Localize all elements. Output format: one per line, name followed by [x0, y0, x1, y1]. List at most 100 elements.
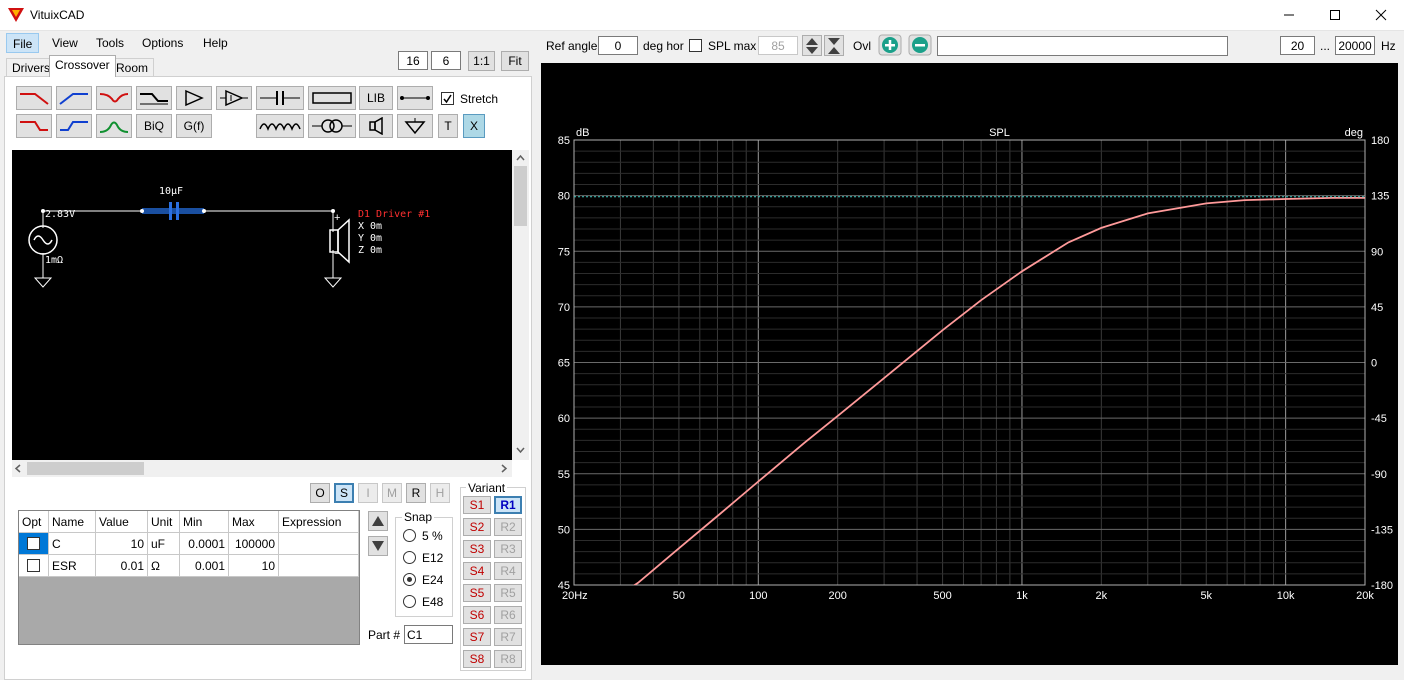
library-button[interactable]: LIB	[359, 86, 393, 110]
ref-angle-field[interactable]: 0	[598, 36, 638, 55]
lowpass-2-button[interactable]	[16, 114, 52, 138]
variant-r4-button[interactable]: R4	[494, 562, 522, 580]
unit-cell[interactable]: Ω	[148, 555, 180, 577]
bandpass-button[interactable]	[96, 114, 132, 138]
schematic-vscroll[interactable]	[512, 150, 529, 460]
snap-e24-radio[interactable]	[403, 573, 416, 589]
variant-s6-button[interactable]: S6	[463, 606, 491, 624]
variant-r2-button[interactable]: R2	[494, 518, 522, 536]
tab-crossover[interactable]: Crossover	[49, 55, 116, 77]
snap-e48-radio[interactable]	[403, 595, 416, 611]
inductor-button[interactable]	[256, 114, 304, 138]
value-cell[interactable]: 10	[96, 533, 148, 555]
variant-r5-button[interactable]: R5	[494, 584, 522, 602]
unit-cell[interactable]: uF	[148, 533, 180, 555]
name-cell[interactable]: ESR	[49, 555, 96, 577]
grid-step-field[interactable]: 6	[431, 51, 461, 70]
variant-r7-button[interactable]: R7	[494, 628, 522, 646]
variant-s5-button[interactable]: S5	[463, 584, 491, 602]
expression-cell[interactable]	[279, 533, 359, 555]
biquad-button[interactable]: BiQ	[136, 114, 172, 138]
transfer-function-button[interactable]: G(f)	[176, 114, 212, 138]
opt-cell[interactable]	[19, 555, 49, 577]
mode-o-button[interactable]: O	[310, 483, 330, 503]
spl-spin-button[interactable]	[802, 35, 822, 56]
name-cell[interactable]: C	[49, 533, 96, 555]
menu-tools[interactable]: Tools	[90, 33, 130, 53]
max-cell[interactable]: 10	[229, 555, 279, 577]
schematic-hscroll[interactable]	[12, 460, 512, 477]
expression-cell[interactable]	[279, 555, 359, 577]
x-button[interactable]: X	[463, 114, 485, 138]
opt-checkbox[interactable]	[27, 559, 40, 572]
menu-file[interactable]: File	[6, 33, 40, 53]
tab-room[interactable]: Room	[110, 58, 155, 76]
max-cell[interactable]: 100000	[229, 533, 279, 555]
capacitor-icon[interactable]	[140, 202, 206, 220]
text-button[interactable]: T	[438, 114, 458, 138]
fit-button[interactable]: Fit	[501, 51, 529, 71]
variant-s7-button[interactable]: S7	[463, 628, 491, 646]
wire-button[interactable]	[397, 86, 433, 110]
spl-chart[interactable]: 20Hz 50 100 200 500 1k 2k 5k 10k 20k 85 80 75 70 65 60 5…	[541, 63, 1398, 665]
overlay-name-field[interactable]	[937, 36, 1228, 56]
stretch-checkbox[interactable]	[441, 92, 454, 108]
spl-max-field[interactable]: 85	[758, 36, 798, 55]
highpass-2-button[interactable]	[56, 114, 92, 138]
min-cell[interactable]: 0.0001	[180, 533, 229, 555]
transformer-button[interactable]	[308, 114, 356, 138]
menu-help[interactable]: Help	[197, 33, 234, 53]
capacitor-button[interactable]	[256, 86, 304, 110]
zoom-1-1-button[interactable]: 1:1	[468, 51, 495, 71]
shelf-filter-button[interactable]	[136, 86, 172, 110]
variant-s1-button[interactable]: S1	[463, 496, 491, 514]
menu-view[interactable]: View	[46, 33, 84, 53]
variant-r6-button[interactable]: R6	[494, 606, 522, 624]
variant-s8-button[interactable]: S8	[463, 650, 491, 668]
maximize-button[interactable]	[1312, 0, 1358, 30]
part-number-field[interactable]: C1	[404, 625, 453, 644]
value-cell[interactable]: 0.01	[96, 555, 148, 577]
spl-max-checkbox[interactable]	[689, 39, 702, 55]
snap-e12-radio[interactable]	[403, 551, 416, 567]
variant-r8-button[interactable]: R8	[494, 650, 522, 668]
opt-cell[interactable]	[19, 533, 49, 555]
variant-r3-button[interactable]: R3	[494, 540, 522, 558]
buffer-button[interactable]	[216, 86, 252, 110]
overlay-remove-button[interactable]	[908, 34, 932, 56]
table-row[interactable]: C 10 uF 0.0001 100000	[19, 533, 359, 555]
grid-size-field[interactable]: 16	[398, 51, 428, 70]
freq-min-field[interactable]: 20	[1280, 36, 1315, 55]
driver-button[interactable]	[359, 114, 393, 138]
overlay-add-button[interactable]	[878, 34, 902, 56]
voltage-source-icon[interactable]	[28, 225, 58, 255]
close-button[interactable]	[1358, 0, 1404, 30]
resistor-button[interactable]	[308, 86, 356, 110]
lowpass-filter-button[interactable]	[16, 86, 52, 110]
freq-max-field[interactable]: 20000	[1335, 36, 1375, 55]
highpass-icon	[59, 93, 88, 105]
variant-r1-button[interactable]: R1	[494, 496, 522, 514]
move-up-button[interactable]	[368, 511, 388, 531]
highpass-filter-button[interactable]	[56, 86, 92, 110]
opt-checkbox[interactable]	[27, 537, 40, 550]
min-cell[interactable]: 0.001	[180, 555, 229, 577]
mode-m-button[interactable]: M	[382, 483, 402, 503]
ground-button[interactable]	[397, 114, 433, 138]
variant-s2-button[interactable]: S2	[463, 518, 491, 536]
move-down-button[interactable]	[368, 536, 388, 556]
variant-s4-button[interactable]: S4	[463, 562, 491, 580]
mode-s-button[interactable]: S	[334, 483, 354, 503]
notch-filter-button[interactable]	[96, 86, 132, 110]
schematic-canvas[interactable]: 2.83V 1mΩ 10µF D1 Driver #1 X 0m Y 0m Z …	[12, 150, 512, 460]
amplifier-button[interactable]	[176, 86, 212, 110]
spl-fit-button[interactable]	[824, 35, 844, 56]
mode-i-button[interactable]: I	[358, 483, 378, 503]
variant-s3-button[interactable]: S3	[463, 540, 491, 558]
mode-h-button[interactable]: H	[430, 483, 450, 503]
menu-options[interactable]: Options	[136, 33, 189, 53]
mode-r-button[interactable]: R	[406, 483, 426, 503]
table-row[interactable]: ESR 0.01 Ω 0.001 10	[19, 555, 359, 577]
snap-5pct-radio[interactable]	[403, 529, 416, 545]
minimize-button[interactable]	[1266, 0, 1312, 30]
